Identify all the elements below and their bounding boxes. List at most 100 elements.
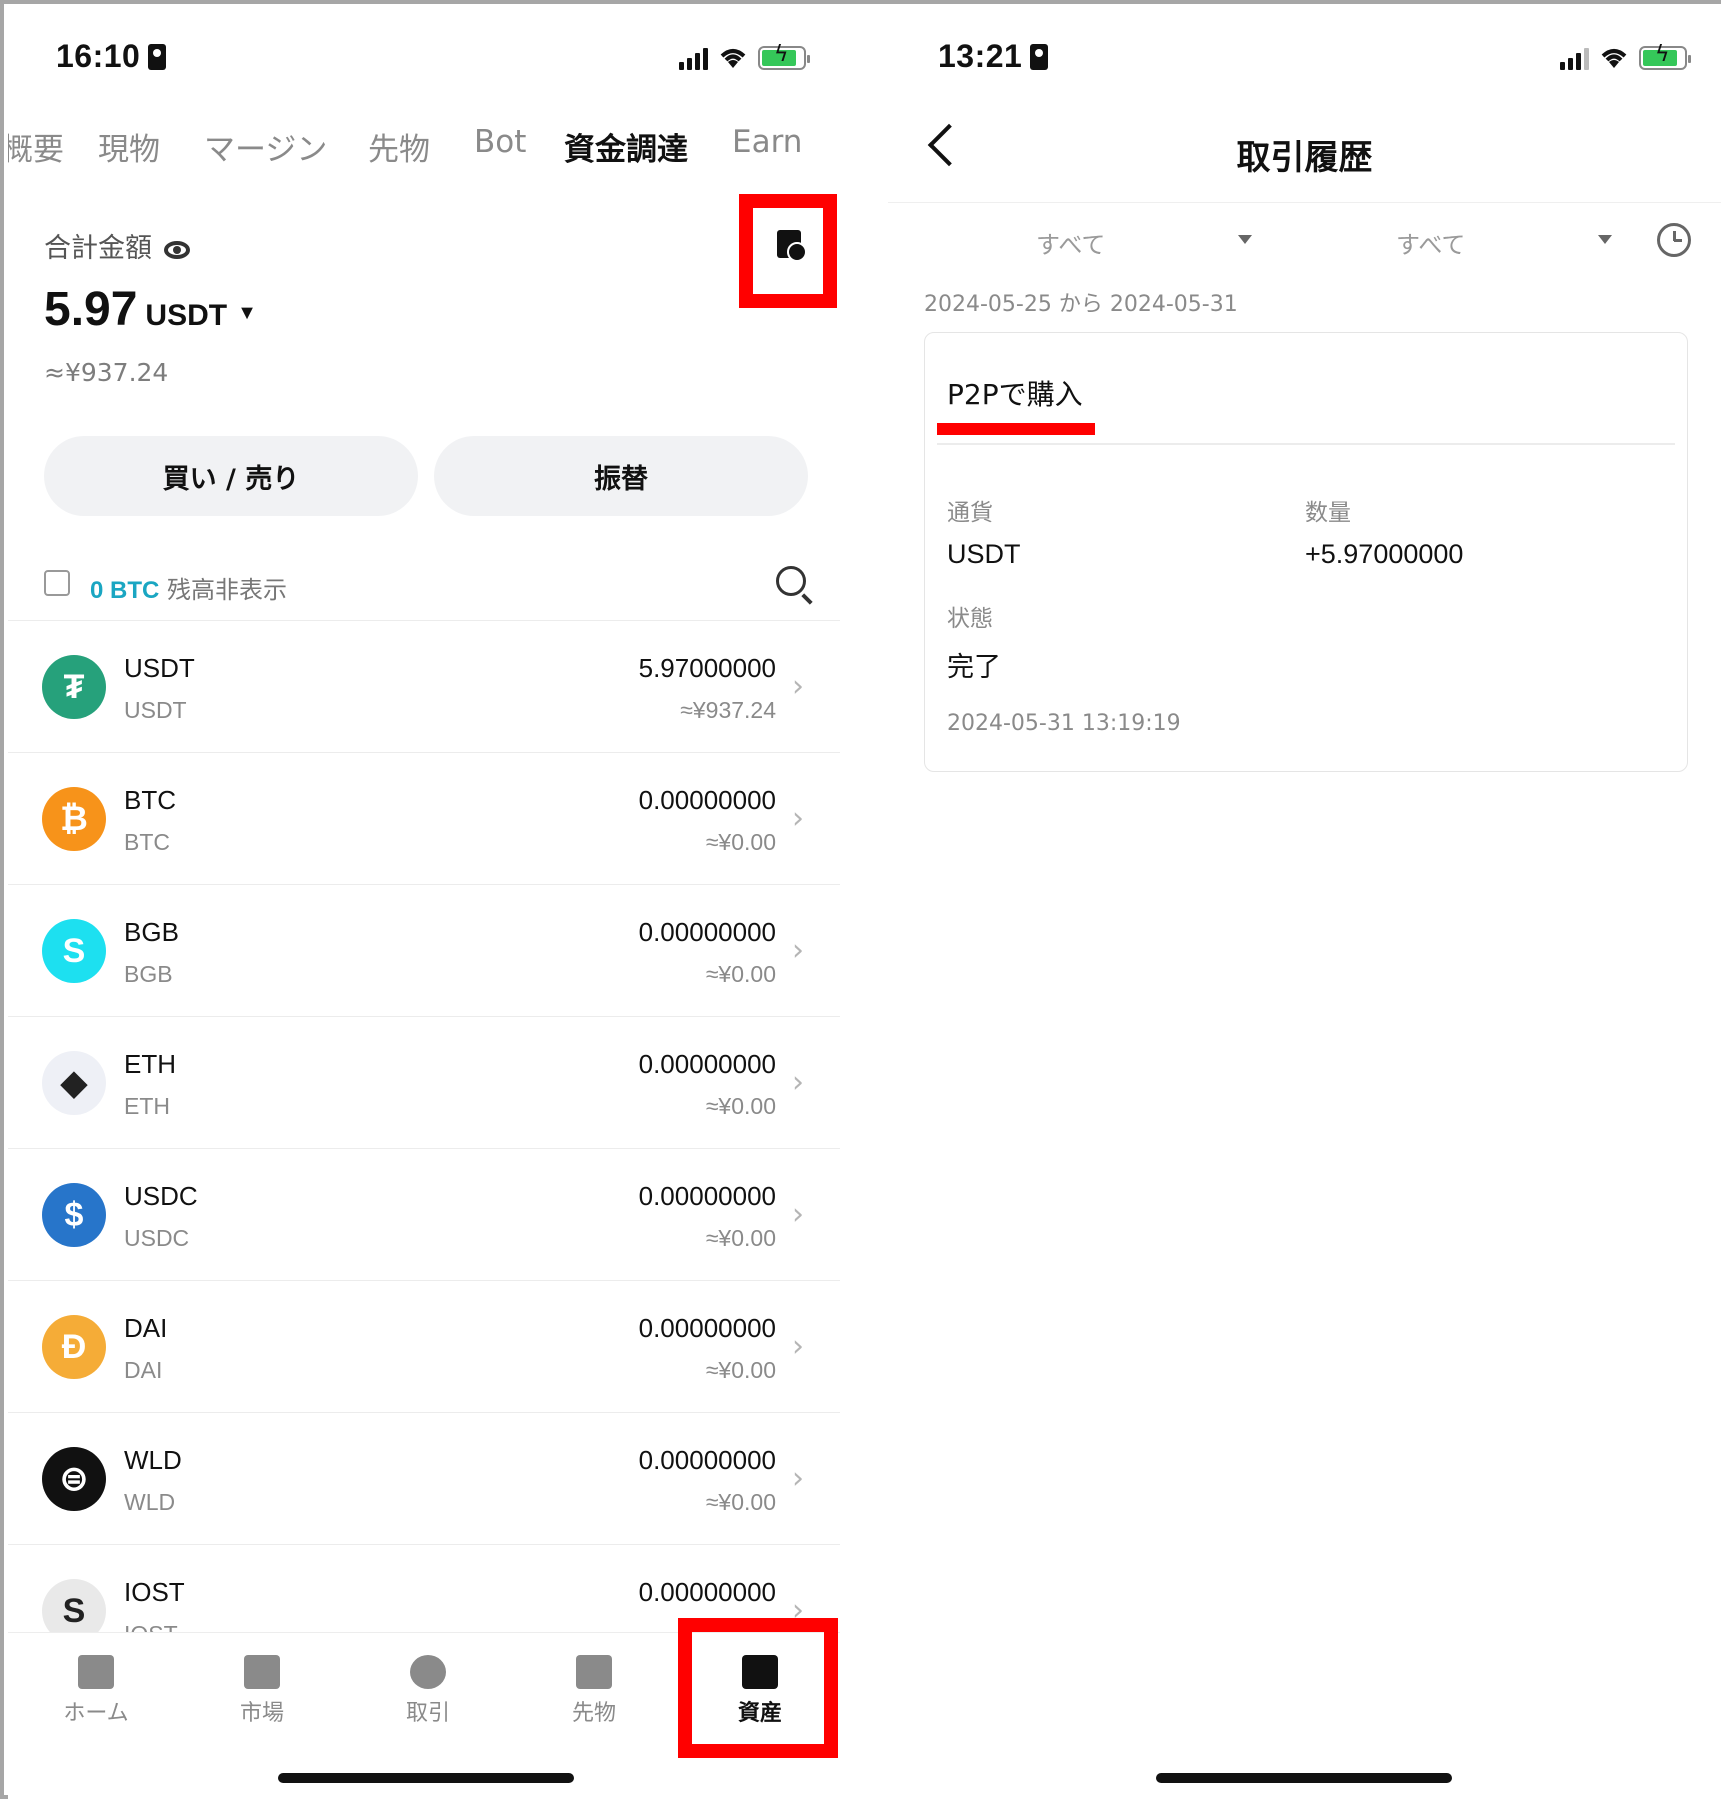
tab-spot[interactable]: 現物 (98, 124, 160, 169)
dropdown-arrow-icon[interactable] (1238, 235, 1252, 244)
asset-name: ETH (124, 1093, 170, 1119)
asset-symbol: DAI (124, 1313, 168, 1343)
asset-fiat-value: ≈¥0.00 (705, 961, 776, 987)
coin-usdc-icon: $ (42, 1183, 106, 1247)
asset-amount: 0.00000000 (638, 917, 776, 947)
status-bar: 16:10 ϟ (8, 34, 840, 84)
coin-eth-icon: ◆ (42, 1051, 106, 1115)
date-range: 2024-05-25 から 2024-05-31 (924, 292, 1238, 317)
signal-icon (1560, 48, 1589, 70)
asset-fiat-value: ≈¥0.00 (705, 1489, 776, 1515)
eye-icon[interactable] (164, 241, 190, 259)
asset-symbol: BGB (124, 917, 179, 947)
asset-row-usdt[interactable]: ₮ USDT USDT 5.97000000 ≈¥937.24 › (8, 620, 840, 752)
nav-home[interactable]: ホーム (36, 1655, 156, 1727)
filter-type[interactable]: すべて (1036, 225, 1105, 260)
home-indicator (278, 1773, 574, 1783)
highlight-history-box (739, 194, 837, 308)
asset-symbol: BTC (124, 785, 176, 815)
tab-futures[interactable]: 先物 (368, 124, 430, 169)
asset-name: BGB (124, 961, 173, 987)
asset-amount: 5.97000000 (638, 653, 776, 683)
status-icons: ϟ (1560, 44, 1691, 70)
nav-futures[interactable]: 先物 (534, 1655, 654, 1727)
transfer-button[interactable]: 振替 (434, 436, 808, 516)
asset-name: USDC (124, 1225, 190, 1251)
asset-name: BTC (124, 829, 170, 855)
chevron-right-icon: › (792, 801, 804, 836)
transaction-card[interactable]: P2Pで購入 通貨 USDT 数量 +5.97000000 状態 完了 2024… (924, 332, 1688, 772)
asset-amount: 0.00000000 (638, 1445, 776, 1475)
chevron-right-icon: › (792, 669, 804, 704)
chevron-right-icon: › (792, 1461, 804, 1496)
status-icons: ϟ (679, 44, 810, 70)
dropdown-arrow-icon[interactable] (1598, 235, 1612, 244)
asset-symbol: ETH (124, 1049, 176, 1079)
asset-fiat-value: ≈¥0.00 (705, 1093, 776, 1119)
coin-bgb-icon: S (42, 919, 106, 983)
asset-row-usdc[interactable]: $ USDC USDC 0.00000000 ≈¥0.00 › (8, 1148, 840, 1280)
assets-screen: 16:10 ϟ 概要 現物 マージン 先物 Bot 資金調達 Earn 合計金額… (8, 4, 840, 1799)
asset-row-bgb[interactable]: S BGB BGB 0.00000000 ≈¥0.00 › (8, 884, 840, 1016)
coin-dai-icon: Đ (42, 1315, 106, 1379)
nav-market[interactable]: 市場 (202, 1655, 322, 1727)
signal-icon (679, 48, 708, 70)
highlight-underline (937, 423, 1095, 435)
futures-icon (576, 1655, 612, 1689)
coin-btc-icon: ₿ (42, 787, 106, 851)
search-icon[interactable] (776, 566, 806, 596)
asset-row-wld[interactable]: ⊜ WLD WLD 0.00000000 ≈¥0.00 › (8, 1412, 840, 1544)
chevron-right-icon: › (792, 1197, 804, 1232)
page-title: 取引履歴 (1236, 138, 1373, 178)
contact-badge-icon (148, 44, 167, 70)
asset-fiat-value: ≈¥0.00 (705, 1357, 776, 1383)
currency-value: USDT (947, 539, 1021, 569)
transaction-history-screen: 13:21 ϟ 取引履歴 すべて すべて 2024-05-25 から 2024-… (888, 4, 1721, 1799)
home-indicator (1156, 1773, 1452, 1783)
chevron-right-icon: › (792, 933, 804, 968)
asset-amount: 0.00000000 (638, 785, 776, 815)
quantity-label: 数量 (1305, 500, 1351, 526)
hide-zero-label: 0 BTC 残高非表示 (90, 576, 287, 604)
nav-trade[interactable]: 取引 (368, 1655, 488, 1727)
status-label: 状態 (947, 606, 993, 632)
tab-earn[interactable]: Earn (732, 124, 802, 160)
coin-wld-icon: ⊜ (42, 1447, 106, 1511)
asset-row-dai[interactable]: Đ DAI DAI 0.00000000 ≈¥0.00 › (8, 1280, 840, 1412)
asset-fiat-value: ≈¥0.00 (705, 829, 776, 855)
filter-bar: すべて すべて (888, 202, 1721, 272)
hide-zero-checkbox[interactable] (44, 570, 70, 596)
contact-badge-icon (1030, 44, 1049, 70)
asset-fiat-value: ≈¥937.24 (680, 697, 776, 723)
asset-fiat-value: ≈¥0.00 (705, 1225, 776, 1251)
tab-overview[interactable]: 概要 (8, 124, 64, 169)
total-fiat: ≈¥937.24 (44, 358, 169, 387)
buy-sell-button[interactable]: 買い / 売り (44, 436, 418, 516)
asset-symbol: WLD (124, 1445, 182, 1475)
transaction-timestamp: 2024-05-31 13:19:19 (947, 711, 1181, 736)
tab-margin[interactable]: マージン (204, 124, 327, 169)
coin-usdt-icon: ₮ (42, 655, 106, 719)
asset-amount: 0.00000000 (638, 1181, 776, 1211)
asset-row-btc[interactable]: ₿ BTC BTC 0.00000000 ≈¥0.00 › (8, 752, 840, 884)
tab-bot[interactable]: Bot (474, 124, 526, 160)
clock-icon[interactable] (1657, 223, 1691, 257)
chevron-right-icon: › (792, 1329, 804, 1364)
tab-funding[interactable]: 資金調達 (564, 124, 688, 169)
total-amount[interactable]: 5.97 USDT ▼ (44, 282, 257, 337)
divider (937, 443, 1675, 445)
chevron-right-icon: › (792, 1065, 804, 1100)
screen-divider (840, 4, 888, 1803)
transaction-type: P2Pで購入 (947, 378, 1083, 411)
asset-symbol: USDT (124, 653, 195, 683)
asset-amount: 0.00000000 (638, 1313, 776, 1343)
hide-zero-balance-row: 0 BTC 残高非表示 (44, 566, 806, 606)
asset-symbol: IOST (124, 1577, 185, 1607)
quantity-value: +5.97000000 (1305, 539, 1464, 569)
asset-list: ₮ USDT USDT 5.97000000 ≈¥937.24 › ₿ BTC BTC 0.000… (8, 620, 840, 1676)
filter-status[interactable]: すべて (1396, 225, 1465, 260)
asset-amount: 0.00000000 (638, 1049, 776, 1079)
status-time: 13:21 (938, 38, 1049, 75)
asset-row-eth[interactable]: ◆ ETH ETH 0.00000000 ≈¥0.00 › (8, 1016, 840, 1148)
asset-tabs: 概要 現物 マージン 先物 Bot 資金調達 Earn (8, 124, 840, 174)
